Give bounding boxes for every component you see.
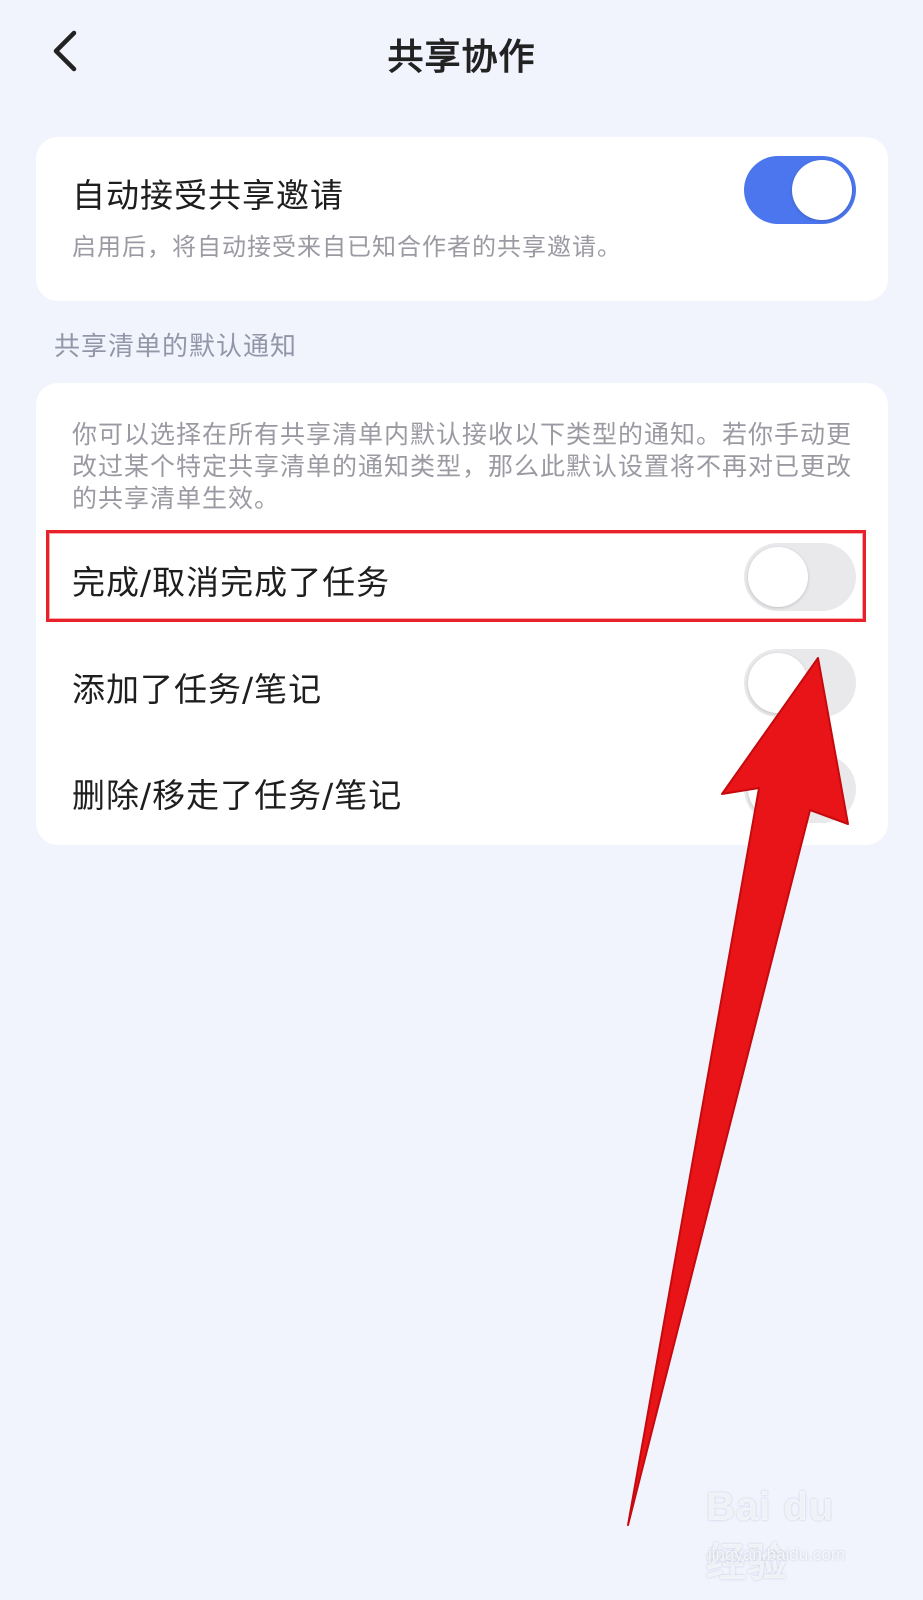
page-title: 共享协作 — [387, 37, 536, 78]
notification-item-delete-label: 删除/移走了任务/笔记 — [72, 776, 403, 815]
watermark: Bai du 经验 jingyan.baidu.com — [706, 1485, 886, 1585]
auto-accept-card: 自动接受共享邀请 启用后，将自动接受来自已知合作者的共享邀请。 — [36, 137, 888, 301]
toggle-knob — [748, 759, 808, 819]
section-label: 共享清单的默认通知 — [54, 332, 298, 362]
auto-accept-description: 启用后，将自动接受来自已知合作者的共享邀请。 — [72, 233, 622, 261]
watermark-site: jingyan.baidu.com — [708, 1545, 846, 1564]
notification-item-add-label: 添加了任务/笔记 — [72, 670, 323, 709]
notification-item-add-toggle[interactable] — [744, 649, 856, 717]
top-bar: 共享协作 — [0, 0, 923, 104]
notification-item-delete-toggle[interactable] — [744, 755, 856, 823]
watermark-logo: Bai du 经验 — [706, 1485, 835, 1585]
toggle-knob — [792, 160, 852, 220]
auto-accept-title: 自动接受共享邀请 — [72, 176, 344, 215]
notifications-description: 你可以选择在所有共享清单内默认接收以下类型的通知。若你手动更改过某个特定共享清单… — [72, 420, 853, 513]
annotation-highlight-box — [46, 530, 866, 622]
auto-accept-toggle[interactable] — [744, 156, 856, 224]
toggle-knob — [748, 653, 808, 713]
